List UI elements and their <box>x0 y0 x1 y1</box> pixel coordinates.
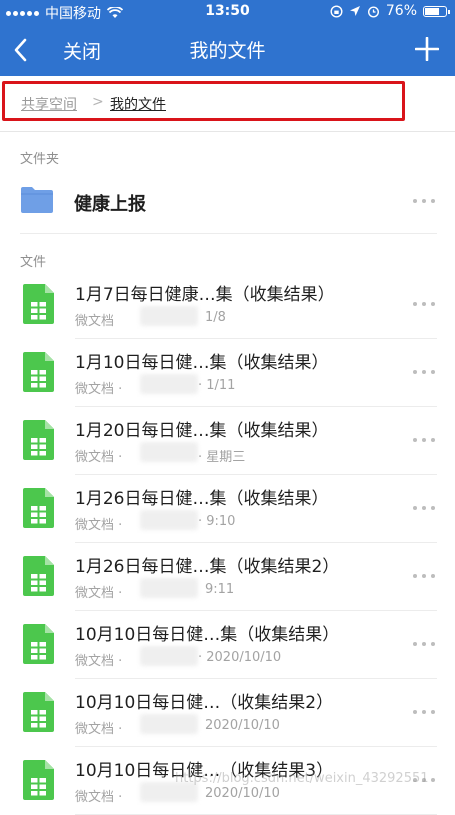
spreadsheet-icon <box>23 488 54 528</box>
file-row[interactable]: 1月7日每日健康…集（收集结果） 微文档 1/8 <box>0 271 455 339</box>
file-type: 微文档 · <box>75 450 123 465</box>
divider <box>20 233 437 234</box>
redacted-author <box>140 442 198 462</box>
alarm-icon <box>367 5 379 18</box>
file-type: 微文档 <box>75 314 115 329</box>
file-name: 1月7日每日健康…集（收集结果） <box>75 285 335 305</box>
file-date: 2020/10/10 <box>205 786 280 801</box>
spreadsheet-icon <box>23 624 54 664</box>
nav-bar: 关闭 我的文件 <box>0 24 455 76</box>
breadcrumb-separator: > <box>92 94 104 110</box>
watermark: https://blog.csdn.net/weixin_43292551 <box>175 771 429 786</box>
page-title: 我的文件 <box>189 40 266 62</box>
spreadsheet-icon <box>23 352 54 392</box>
file-name: 10月10日每日健…（收集结果2） <box>75 693 334 713</box>
file-date: · 9:10 <box>198 514 236 529</box>
breadcrumb: 共享空间 > 我的文件 <box>0 76 455 132</box>
file-name: 1月10日每日健…集（收集结果） <box>75 353 329 373</box>
redacted-author <box>140 646 198 666</box>
file-type: 微文档 · <box>75 586 123 601</box>
file-type: 微文档 · <box>75 518 123 533</box>
file-row[interactable]: 10月10日每日健…集（收集结果） 微文档 · · 2020/10/10 <box>0 611 455 679</box>
file-row[interactable]: 1月20日每日健…集（收集结果） 微文档 · · 星期三 <box>0 407 455 475</box>
file-date: · 1/11 <box>198 378 236 393</box>
more-icon[interactable] <box>413 710 435 716</box>
more-icon[interactable] <box>413 506 435 512</box>
file-date: 2020/10/10 <box>205 718 280 733</box>
file-row[interactable]: 1月26日每日健…集（收集结果2） 微文档 · 9:11 <box>0 543 455 611</box>
file-row[interactable]: 10月10日每日健…（收集结果2） 微文档 · 2020/10/10 <box>0 679 455 747</box>
folders-section-label: 文件夹 <box>20 152 60 167</box>
orientation-lock-icon <box>330 4 343 18</box>
more-icon[interactable] <box>413 199 435 205</box>
battery-icon <box>423 5 450 17</box>
redacted-author <box>140 510 198 530</box>
breadcrumb-item-my-files[interactable]: 我的文件 <box>110 94 166 114</box>
file-name: 10月10日每日健…集（收集结果） <box>75 625 340 645</box>
file-name: 1月26日每日健…集（收集结果2） <box>75 557 340 577</box>
file-date: · 星期三 <box>198 450 246 465</box>
file-type: 微文档 · <box>75 382 123 397</box>
more-icon[interactable] <box>413 574 435 580</box>
more-icon[interactable] <box>413 370 435 376</box>
redacted-author <box>140 374 198 394</box>
file-date: 9:11 <box>205 582 235 597</box>
spreadsheet-icon <box>23 760 54 800</box>
breadcrumb-item-shared-space[interactable]: 共享空间 <box>21 94 77 114</box>
more-icon[interactable] <box>413 302 435 308</box>
more-icon[interactable] <box>413 642 435 648</box>
location-icon <box>349 6 360 16</box>
more-icon[interactable] <box>413 438 435 444</box>
files-section-label: 文件 <box>20 255 47 270</box>
folder-name: 健康上报 <box>74 194 146 215</box>
plus-icon[interactable] <box>415 37 439 61</box>
battery-level <box>425 7 439 15</box>
spreadsheet-icon <box>23 420 54 460</box>
status-bar: 中国移动 13:50 76% <box>0 0 455 24</box>
file-row[interactable]: 1月26日每日健…集（收集结果） 微文档 · · 9:10 <box>0 475 455 543</box>
file-date: 1/8 <box>205 310 226 325</box>
spreadsheet-icon <box>23 556 54 596</box>
folder-icon <box>21 187 53 213</box>
battery-percent: 76% <box>385 3 417 19</box>
file-type: 微文档 · <box>75 790 123 805</box>
spreadsheet-icon <box>23 692 54 732</box>
file-type: 微文档 · <box>75 654 123 669</box>
file-name: 1月26日每日健…集（收集结果） <box>75 489 329 509</box>
file-type: 微文档 · <box>75 722 123 737</box>
file-row[interactable]: 1月10日每日健…集（收集结果） 微文档 · · 1/11 <box>0 339 455 407</box>
file-date: · 2020/10/10 <box>198 650 282 665</box>
folder-row[interactable]: 健康上报 <box>0 171 455 233</box>
redacted-author <box>140 714 198 734</box>
redacted-author <box>140 578 198 598</box>
redacted-author <box>140 306 198 326</box>
file-name: 1月20日每日健…集（收集结果） <box>75 421 329 441</box>
spreadsheet-icon <box>23 284 54 324</box>
